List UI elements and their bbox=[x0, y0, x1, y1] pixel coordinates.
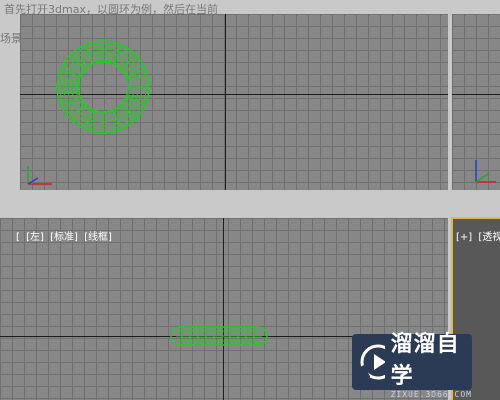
watermark-title: 溜溜自学 bbox=[390, 331, 460, 389]
axis-gizmo-icon bbox=[475, 160, 496, 183]
play-icon bbox=[359, 344, 385, 380]
torus-wireframe-top[interactable] bbox=[20, 14, 448, 190]
watermark-url: ZIXUE.3D66.COM bbox=[390, 389, 472, 399]
instruction-line-2: 场景 bbox=[0, 32, 22, 45]
axis-gizmo-icon bbox=[27, 166, 52, 185]
axis-horizontal bbox=[452, 94, 500, 95]
viewport-front[interactable] bbox=[452, 14, 500, 190]
watermark-badge: 溜溜自学 ZIXUE.3D66.COM bbox=[352, 332, 472, 399]
viewport-top[interactable] bbox=[20, 14, 448, 190]
